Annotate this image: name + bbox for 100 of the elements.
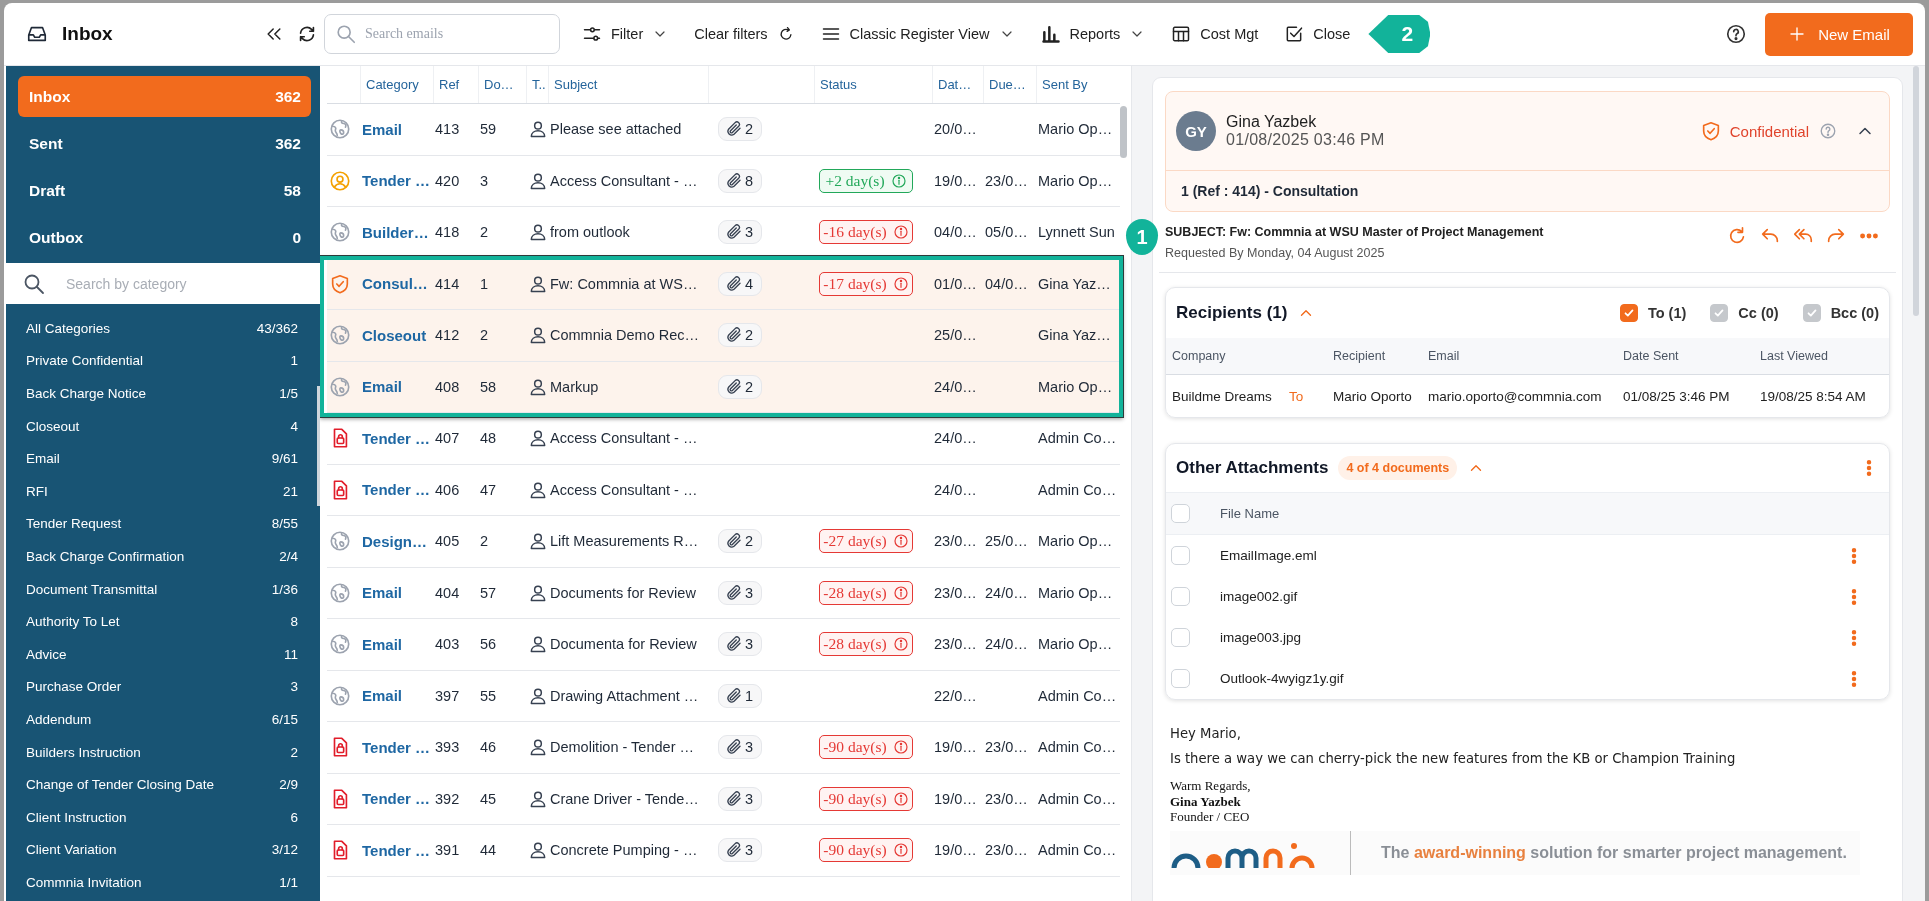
folder-item[interactable]: Outbox 0 [18,217,311,258]
category-item[interactable]: Client Variation 3/12 [26,833,306,867]
search-input[interactable]: Search emails [365,16,549,52]
category-item[interactable]: Private Confidential 1 [26,344,306,378]
category-item[interactable]: Authority To Let 8 [26,605,306,638]
column-header: Date Sent [1623,349,1680,363]
table-cell-text: Mario Op… [1037,121,1114,138]
category-item[interactable]: Back Charge Confirmation 2/4 [26,540,306,573]
table-row[interactable]: Tender … 406 47 Access Consultant - … 24/0… Admin Co… [327,464,1120,516]
globe-icon [329,375,351,398]
globe-icon [329,684,351,707]
column-header[interactable]: Subject [548,66,708,103]
table-cell-text: Tender … [361,738,432,756]
file-name[interactable]: image002.gif [1220,589,1298,604]
table-cell-text: Email [361,687,404,705]
info-icon [892,224,909,241]
table-row[interactable]: Tender … 393 46 Demolition - Tender … 3 -90 day(s) 19/0… 23/0… Admin Co… [327,722,1120,774]
table-row[interactable]: Closeout 412 2 Commnia Demo Rec… 2 25/0… Gina Yaz… [327,310,1120,362]
scrollbar[interactable] [1913,66,1919,316]
category-item[interactable]: Email 9/61 [26,442,306,475]
checkbox[interactable] [1171,628,1190,647]
filter-button[interactable]: Filter [582,20,669,48]
checkbox-label: To (1) [1647,305,1687,321]
category-item[interactable]: Addendum 6/15 [26,703,306,736]
table-row[interactable]: Design… 405 2 Lift Measurements R… 2 -27 day(s) 23/0… 25/0… Mario Op… [327,516,1120,568]
table-cell-text: 48 [479,430,498,447]
column-header[interactable]: Do… [478,66,526,103]
search-field[interactable]: Search emails [324,14,560,54]
column-header[interactable]: Category [360,66,433,103]
reports-dropdown[interactable]: Reports [1040,20,1146,48]
folder-item[interactable]: Draft 58 [18,170,311,211]
paperclip-icon [725,171,743,190]
table-cell-text: 05/0… [984,224,1029,241]
table-cell-text: Tender … [361,429,432,447]
table-row[interactable]: Tender … 392 45 Crane Driver - Tende… 3 -90 day(s) 19/0… 23/0… Admin Co… [327,773,1120,825]
table-cell-text: 23/0… [984,842,1029,859]
section-title: Recipients (1) [1176,303,1288,323]
paperclip-icon [725,223,743,242]
folder-item[interactable]: Sent 362 [18,123,311,164]
paperclip-icon [725,738,743,757]
category-item[interactable]: Closeout 4 [26,409,306,443]
cost-button[interactable]: Cost Mgt [1171,20,1259,48]
table-cell-text: 19/0… [933,172,978,189]
scrollbar[interactable] [1120,106,1127,158]
checkbox[interactable] [1171,546,1190,565]
category-item[interactable]: Purchase Order 3 [26,670,306,704]
table-row[interactable]: Email 404 57 Documents for Review 3 -28 day(s) 23/0… 24/0… Mario Op… [327,567,1120,619]
table-row[interactable]: Consul… 414 1 Fw: Commnia at WS… 4 -17 day(s) 01/0… 04/0… Gina Yaz… [327,258,1120,310]
category-item[interactable]: RFI 21 [26,474,306,508]
table-cell-text: Lynnett Sun [1037,224,1116,241]
category-item[interactable]: All Categories 43/362 [26,312,306,345]
category-item[interactable]: Back Charge Notice 1/5 [26,377,306,410]
table-cell-text: 24/0… [933,481,978,498]
checkbox[interactable] [1619,304,1638,322]
column-header[interactable]: Dat… [932,66,983,103]
column-header: Company [1172,349,1227,363]
file-name[interactable]: Outlook-4wyigz1y.gif [1220,671,1344,686]
table-row[interactable]: Email 408 58 Markup 2 24/0… Mario Op… [327,361,1120,413]
table-cell-text: 23/0… [984,172,1029,189]
category-item[interactable]: Document Transmittal 1/36 [26,572,306,606]
close-button[interactable]: Close [1284,20,1351,48]
column-header[interactable]: Sent By [1036,66,1120,103]
checkbox[interactable] [1171,669,1190,688]
table-cell-text: Gina Yaz… [1037,275,1112,292]
file-name[interactable]: EmailImage.eml [1220,548,1317,563]
column-header[interactable]: T.. [526,66,548,103]
category-item[interactable]: Tender Request 8/55 [26,507,306,541]
table-row[interactable]: Tender … 407 48 Access Consultant - … 24/0… Admin Co… [327,413,1120,465]
category-item[interactable]: Builders Instruction 2 [26,735,306,769]
clear-filters-button[interactable]: Clear filters [694,21,795,47]
table-cell-text: Builder… [361,223,430,241]
file-name[interactable]: image003.jpg [1220,630,1302,645]
help-icon[interactable] [1725,23,1747,45]
table-row[interactable]: Builder… 418 2 from outlook 3 -16 day(s) 04/0… 05/0… Lynnett Sun [327,207,1120,259]
column-header[interactable]: Ref [433,66,478,103]
attachment-count: 1 [745,687,754,704]
table-cell-text: 04/0… [984,275,1029,292]
column-header[interactable]: Status [814,66,932,103]
table-cell-text: 19/0… [933,842,978,859]
scrollbar[interactable] [317,386,320,506]
checkbox[interactable] [1171,504,1190,523]
table-cell-text: Tender … [361,841,432,859]
search-field[interactable]: Search by category [6,263,320,304]
user-icon [528,840,548,861]
category-item[interactable]: Commnia Invitation 1/1 [26,866,306,899]
table-row[interactable]: Email 413 59 Please see attached 2 20/0… Mario Op… [327,104,1120,156]
table-cell-text: 418 [434,224,461,241]
table-cell-text: Email [361,584,404,602]
table-cell-text: Buildme Dreams [1172,388,1273,404]
category-item[interactable]: Client Instruction 6 [26,800,306,834]
category-item[interactable]: Advice 11 [26,637,306,671]
table-row[interactable]: Email 397 55 Drawing Attachment … 1 22/0… Admin Co… [327,670,1120,722]
column-header[interactable]: Due… [983,66,1036,103]
table-row[interactable]: Tender … 391 44 Concrete Pumping - … 3 -90 day(s) 19/0… 23/0… Admin Co… [327,825,1120,877]
category-item[interactable]: Change of Tender Closing Date 2/9 [26,768,306,801]
checkbox[interactable] [1171,587,1190,606]
table-row[interactable]: Tender … 420 3 Access Consultant - … 8 +2 day(s) 19/0… 23/0… Mario Op… [327,155,1120,207]
table-cell-text: 20/0… [933,121,978,138]
table-row[interactable]: Email 403 56 Documenta for Review 3 -28 day(s) 23/0… 24/0… Mario Op… [327,619,1120,671]
view-dropdown[interactable]: Classic Register View [820,20,1015,48]
